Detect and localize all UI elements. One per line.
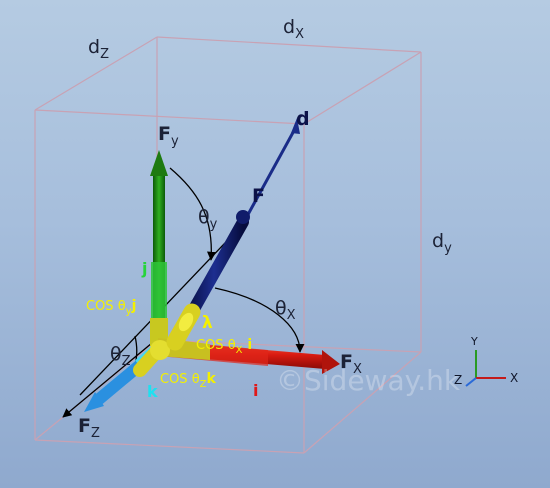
triad-z-axis	[465, 377, 477, 387]
box-edge	[303, 51, 422, 125]
triad-x-label: X	[510, 371, 518, 385]
Fz-label: FZ	[78, 415, 100, 441]
fy-vector	[150, 150, 168, 342]
point-d-label: d	[296, 108, 310, 130]
theta-y-label: θy	[198, 206, 218, 232]
triad-y-label: Y	[470, 335, 478, 348]
axes-triad: Y X Z	[454, 335, 518, 387]
box-edge	[34, 439, 305, 454]
unit-i-label: i	[253, 381, 258, 400]
unit-k-label: k	[147, 382, 158, 401]
theta-x-label: θX	[275, 297, 296, 323]
diagram-canvas: dZ dX dy d F λ Fy FX FZ θy θX θZ j i k C…	[0, 0, 550, 488]
Fy-label: Fy	[158, 123, 179, 149]
cos-theta-z-label: COS θZk	[160, 371, 217, 390]
box-edge	[34, 109, 305, 125]
fy-arrowhead	[150, 150, 168, 176]
j-unit-segment	[151, 262, 167, 322]
force-tip	[236, 210, 250, 224]
dimension-dy: dy	[432, 230, 452, 256]
watermark: ©Sideway.hk	[276, 364, 461, 397]
unit-j-label: j	[141, 259, 147, 278]
lambda-label: λ	[202, 313, 213, 333]
dimension-dx: dX	[283, 16, 304, 42]
cos-theta-y-label: COS θyj	[86, 298, 136, 317]
diagram-svg: dZ dX dy d F λ Fy FX FZ θy θX θZ j i k C…	[34, 16, 518, 454]
triad-z-label: Z	[454, 373, 462, 387]
theta-z-label: θZ	[110, 343, 131, 369]
box-edge	[156, 36, 422, 53]
dimension-dz: dZ	[88, 36, 109, 62]
force-F-label: F	[252, 185, 265, 207]
